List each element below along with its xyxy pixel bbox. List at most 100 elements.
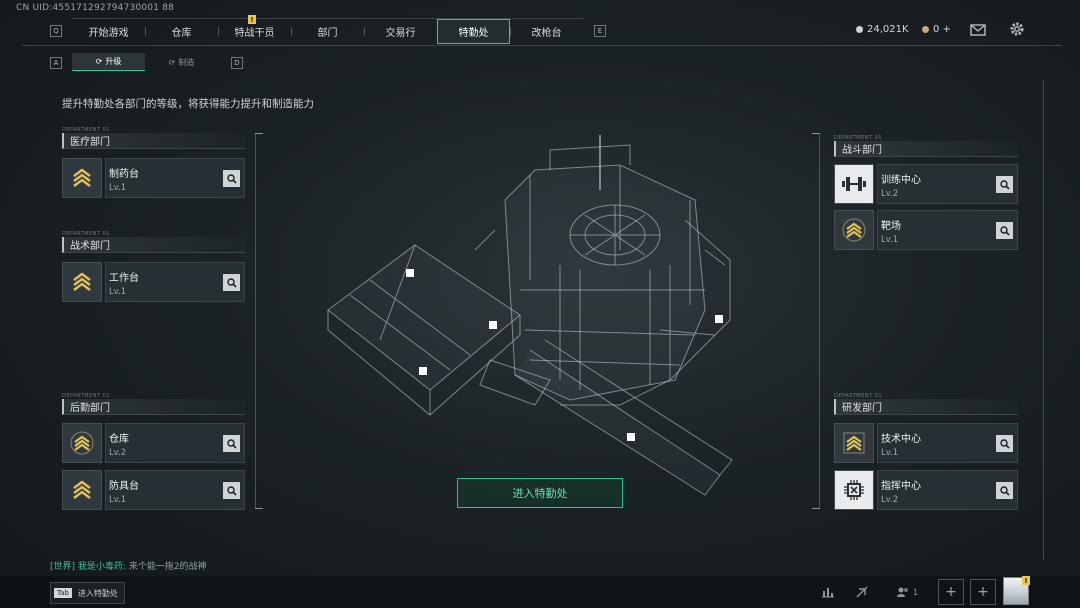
search-icon[interactable] — [223, 482, 240, 499]
gold-coin-icon — [922, 26, 929, 33]
search-icon[interactable] — [996, 482, 1013, 499]
page-description: 提升特勤处各部门的等级，将获得能力提升和制造能力 — [62, 98, 314, 110]
nav-tab[interactable]: 特勤处 — [437, 19, 510, 44]
search-icon[interactable] — [996, 435, 1013, 452]
avatar-badge: ! — [1022, 576, 1030, 585]
tab-hint-label: 进入特勤处 — [77, 588, 118, 598]
settings-gear-icon[interactable] — [1009, 21, 1025, 37]
search-icon[interactable] — [223, 435, 240, 452]
facility-card-training[interactable]: 训练中心 Lv.2 — [834, 164, 1018, 204]
facility-info: 靶场 Lv.1 — [877, 210, 1018, 250]
search-icon[interactable] — [996, 222, 1013, 239]
add-slot-button[interactable]: + — [938, 579, 964, 605]
facility-info: 训练中心 Lv.2 — [877, 164, 1018, 204]
tab-hint[interactable]: Tab 进入特勤处 — [50, 582, 125, 604]
nav-tab-label: 开始游戏 — [88, 28, 129, 39]
left-bracket-top — [255, 133, 263, 134]
subtab-upgrade[interactable]: ⟳ 升级 — [72, 53, 145, 71]
friends-button[interactable]: 1 — [890, 578, 924, 606]
nav-tab-label: 部门 — [317, 28, 338, 39]
nav-tab[interactable]: 部门 — [291, 19, 364, 44]
chevron-rank-icon — [70, 431, 94, 455]
mail-icon[interactable] — [970, 22, 986, 36]
subtab-label: 制造 — [178, 57, 195, 67]
nav-tab-label: 特勤处 — [458, 28, 489, 39]
search-icon[interactable] — [223, 170, 240, 187]
dept-title-logistics: 后勤部门 — [62, 399, 245, 415]
right-edge-line — [1043, 80, 1044, 560]
dept-title-tactical: 战术部门 — [62, 237, 245, 253]
sub-tabs: ⟳ 升级 ⟳ 制造 — [72, 53, 218, 71]
facility-info: 仓库 Lv.2 — [105, 423, 245, 463]
facility-info: 工作台 Lv.1 — [105, 262, 245, 302]
chevron-rank-icon — [73, 480, 91, 499]
facility-card-armor[interactable]: 防具台 Lv.1 — [62, 470, 245, 510]
prev-tab-key[interactable]: Q — [50, 25, 62, 37]
next-tab-key[interactable]: E — [594, 25, 606, 37]
dept-title-text: 战术部门 — [70, 241, 110, 252]
nav-tab[interactable]: 仓库 — [145, 19, 218, 44]
add-slot-button[interactable]: + — [970, 579, 996, 605]
rank-icon-box — [62, 158, 102, 198]
rank-icon-box — [62, 423, 102, 463]
silver-coin-icon — [856, 26, 863, 33]
chevron-rank-icon — [73, 168, 91, 187]
main-nav: 开始游戏 仓库 特战干员! 部门 交易行 特勤处 改枪台 — [72, 15, 583, 44]
facility-info: 指挥中心 Lv.2 — [877, 470, 1018, 510]
chevron-rank-icon — [843, 432, 865, 454]
friends-count: 1 — [912, 587, 919, 597]
craft-icon: ⟳ — [168, 57, 176, 67]
facility-card-storage[interactable]: 仓库 Lv.2 — [62, 423, 245, 463]
chat-speaker: 我是小毒药: — [77, 562, 126, 572]
left-bracket-line — [255, 133, 256, 509]
search-icon[interactable] — [996, 176, 1013, 193]
enter-facility-button[interactable]: 进入特勤处 — [457, 478, 623, 508]
nav-tab[interactable]: 交易行 — [364, 19, 437, 44]
chat-channel: [世界] — [50, 562, 76, 572]
chat-message: 来个能一拖2的战神 — [128, 562, 207, 572]
nav-tab[interactable]: 改枪台 — [510, 19, 583, 44]
alert-badge: ! — [248, 15, 256, 24]
facility-card-range[interactable]: 靶场 Lv.1 — [834, 210, 1018, 250]
search-icon[interactable] — [223, 274, 240, 291]
top-divider — [22, 45, 1062, 46]
dept-title-text: 研发部门 — [842, 403, 882, 414]
rank-icon-box — [62, 470, 102, 510]
silver-currency: 24,021K — [856, 24, 909, 35]
facility-card-tech[interactable]: 技术中心 Lv.1 — [834, 423, 1018, 463]
facility-info: 技术中心 Lv.1 — [877, 423, 1018, 463]
nav-tab[interactable]: 开始游戏 — [72, 19, 145, 44]
chevron-rank-icon — [842, 218, 866, 242]
friends-icon — [896, 587, 908, 597]
left-bracket-bottom — [255, 508, 263, 509]
rank-icon-box — [834, 423, 874, 463]
gold-currency[interactable]: 0 + — [922, 24, 951, 35]
dept-title-medical: 医疗部门 — [62, 133, 245, 149]
dept-title-combat: 战斗部门 — [834, 141, 1018, 157]
next-subtab-key[interactable]: D — [231, 57, 243, 69]
feather-icon[interactable] — [848, 578, 876, 606]
facility-card-command[interactable]: 指挥中心 Lv.2 — [834, 470, 1018, 510]
facility-3d-model[interactable] — [320, 130, 760, 520]
nav-tab-label: 特战干员 — [234, 28, 275, 39]
rank-icon-box — [834, 210, 874, 250]
right-bracket-top — [812, 133, 820, 134]
dumbbell-icon — [842, 177, 866, 191]
prev-subtab-key[interactable]: A — [50, 57, 62, 69]
chip-icon — [844, 480, 864, 500]
subtab-craft[interactable]: ⟳ 制造 — [145, 53, 218, 71]
player-uid: CN UID:455171292794730001 88 — [16, 3, 175, 13]
tab-key: Tab — [54, 588, 72, 598]
facility-card-pharmacy[interactable]: 制药台 Lv.1 — [62, 158, 245, 198]
dept-title-text: 战斗部门 — [842, 145, 882, 156]
nav-tab[interactable]: 特战干员! — [218, 15, 291, 44]
subtab-label: 升级 — [105, 57, 122, 66]
stats-chart-icon[interactable] — [814, 578, 842, 606]
rank-icon-box — [62, 262, 102, 302]
silver-amount: 24,021K — [867, 24, 909, 35]
dept-title-text: 后勤部门 — [70, 403, 110, 414]
chat-line[interactable]: [世界] 我是小毒药: 来个能一拖2的战神 — [50, 559, 207, 572]
chevron-rank-icon — [73, 272, 91, 291]
rank-icon-box — [834, 470, 874, 510]
facility-card-workbench[interactable]: 工作台 Lv.1 — [62, 262, 245, 302]
